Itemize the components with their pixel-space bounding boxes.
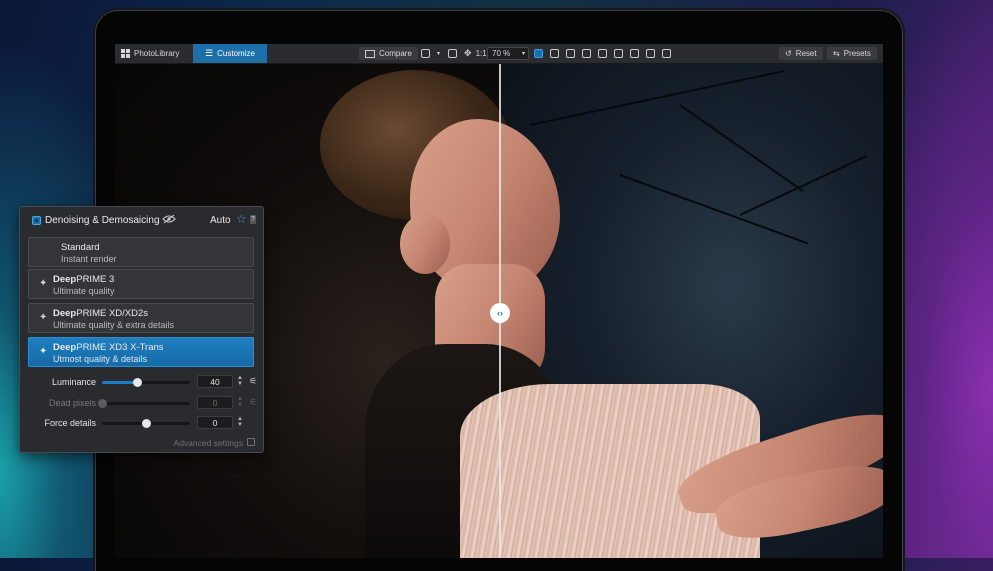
eye-off-icon[interactable] xyxy=(162,214,176,224)
perspective-icon[interactable] xyxy=(582,49,591,58)
luminance-label: Luminance xyxy=(51,377,96,387)
dead-pixels-slider[interactable] xyxy=(98,399,190,408)
zoom-select[interactable]: 70 % ▾ xyxy=(487,47,529,60)
sparkle-icon: ✦ xyxy=(39,278,48,289)
magic-wand-icon[interactable]: ⚟ xyxy=(249,397,259,407)
frame-icon[interactable] xyxy=(421,49,430,58)
preview-eye-icon[interactable] xyxy=(662,49,671,58)
mode-subtitle: Utmost quality & details xyxy=(53,354,148,364)
dead-pixels-value[interactable]: 0 xyxy=(197,396,233,409)
move-icon[interactable]: ✥ xyxy=(464,48,472,59)
split-arrows-icon[interactable]: ‹› xyxy=(490,303,510,323)
eyedropper-icon[interactable] xyxy=(566,49,575,58)
mode-title: Standard xyxy=(61,242,100,253)
dead-pixels-stepper[interactable]: ▲ ▼ xyxy=(236,396,244,409)
sparkle-icon: ✦ xyxy=(39,346,48,357)
denoising-panel: Denoising & Demosaicing Auto ☆ ? Standar… xyxy=(19,206,264,453)
presets-button[interactable]: ⇆ Presets xyxy=(827,47,877,60)
reset-icon: ↺ xyxy=(785,49,792,58)
mode-subtitle: Instant render xyxy=(61,254,117,264)
subject-ear xyxy=(400,214,450,274)
panel-header: Denoising & Demosaicing Auto ☆ ? xyxy=(20,207,263,233)
compare-icon xyxy=(365,49,375,58)
reset-label: Reset xyxy=(795,49,817,58)
force-details-label: Force details xyxy=(44,418,96,428)
compare-button[interactable]: Compare xyxy=(359,47,418,60)
compare-label: Compare xyxy=(379,49,412,58)
auto-button[interactable]: Auto xyxy=(210,215,231,226)
magic-wand-icon[interactable]: ⚟ xyxy=(249,376,259,386)
edit-tools xyxy=(534,44,674,63)
mode-standard[interactable]: Standard Instant render xyxy=(28,237,254,267)
fit-icon[interactable] xyxy=(448,49,458,58)
panel-title: Denoising & Demosaicing xyxy=(45,215,160,226)
mode-subtitle: Ultimate quality xyxy=(53,286,115,296)
luminance-stepper[interactable]: ▲ ▼ xyxy=(236,375,244,388)
slider-knob[interactable] xyxy=(98,399,107,408)
crop-icon[interactable] xyxy=(550,49,559,58)
more-icon[interactable]: ? xyxy=(250,215,256,224)
presets-icon: ⇆ xyxy=(833,49,840,58)
force-details-row: Force details 0 ▲ ▼ xyxy=(20,415,263,431)
mode-deepprime-3[interactable]: ✦ DeepPRIME 3 Ultimate quality xyxy=(28,269,254,299)
one-to-one-button[interactable]: 1:1 xyxy=(476,49,487,58)
advanced-settings-label[interactable]: Advanced settings xyxy=(174,438,243,448)
mode-deepprime-xd[interactable]: ✦ DeepPRIME XD/XD2s Ultimate quality & e… xyxy=(28,303,254,333)
force-details-slider[interactable] xyxy=(102,419,190,428)
tab-customize-label: Customize xyxy=(217,49,255,58)
luminance-slider[interactable] xyxy=(102,378,190,387)
luminance-value[interactable]: 40 xyxy=(197,375,233,388)
chevron-down-icon[interactable]: ▾ xyxy=(437,50,440,57)
force-details-stepper[interactable]: ▲ ▼ xyxy=(236,416,244,429)
dead-pixels-row: Dead pixels 0 ▲ ▼ ⚟ xyxy=(20,395,263,411)
mode-subtitle: Ultimate quality & extra details xyxy=(53,320,175,330)
panel-enable-checkbox[interactable] xyxy=(32,216,41,225)
dead-pixels-label: Dead pixels xyxy=(48,398,96,408)
tab-photolibrary-label: PhotoLibrary xyxy=(134,49,180,58)
hand-icon[interactable] xyxy=(534,49,543,58)
chevron-down-icon: ▾ xyxy=(521,51,525,57)
top-toolbar: PhotoLibrary ☰ Customize Compare ▾ ✥ 1:1… xyxy=(115,44,883,64)
star-icon[interactable]: ☆ xyxy=(236,213,247,225)
reset-button[interactable]: ↺ Reset xyxy=(779,47,823,60)
advanced-settings-icon[interactable] xyxy=(247,438,255,446)
sparkle-icon: ✦ xyxy=(39,312,48,323)
brush-icon[interactable] xyxy=(630,49,639,58)
mode-title: DeepPRIME 3 xyxy=(53,274,115,285)
slider-knob[interactable] xyxy=(142,419,151,428)
slider-knob[interactable] xyxy=(133,378,143,387)
mode-title: DeepPRIME XD3 X-Trans xyxy=(53,342,164,353)
force-details-value[interactable]: 0 xyxy=(197,416,233,429)
mode-title: DeepPRIME XD/XD2s xyxy=(53,308,149,319)
repair-icon[interactable] xyxy=(646,49,655,58)
view-tools: ▾ ✥ 1:1 xyxy=(421,44,487,63)
presets-label: Presets xyxy=(843,49,871,58)
sliders-icon: ☰ xyxy=(205,48,214,58)
mode-deepprime-xd3[interactable]: ✦ DeepPRIME XD3 X-Trans Utmost quality &… xyxy=(28,337,254,367)
grid-icon xyxy=(121,49,130,58)
horizon-icon[interactable] xyxy=(598,49,607,58)
zoom-value: 70 % xyxy=(492,49,511,58)
luminance-row: Luminance 40 ▲ ▼ ⚟ xyxy=(20,374,263,390)
tab-photolibrary[interactable]: PhotoLibrary xyxy=(121,44,179,63)
mask-icon[interactable] xyxy=(614,49,623,58)
tab-customize[interactable]: ☰ Customize xyxy=(193,44,267,63)
